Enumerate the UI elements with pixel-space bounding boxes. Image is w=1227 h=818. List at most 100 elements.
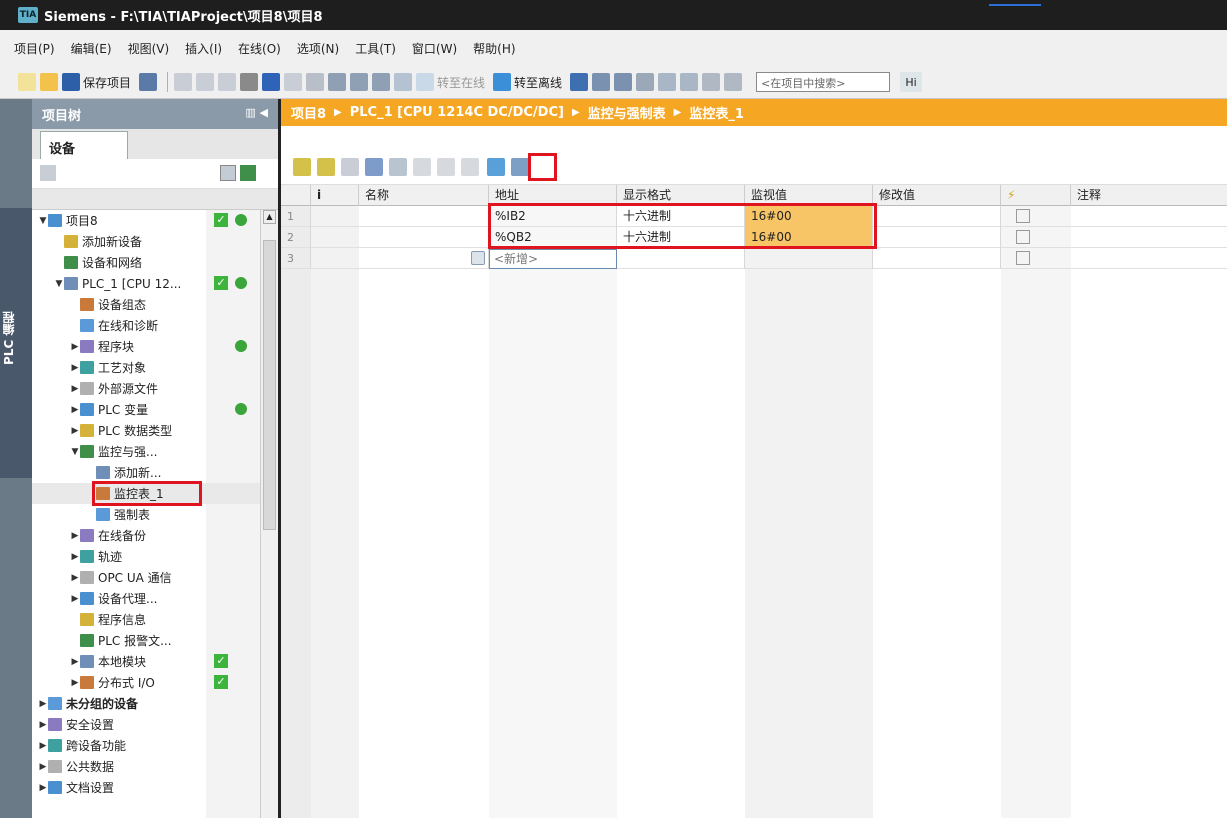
open-project-icon[interactable] [40,73,58,91]
delete-icon[interactable] [240,73,259,91]
print-icon[interactable] [139,73,158,91]
tree-item[interactable]: ▶ 文档设置 [32,777,260,798]
go-online-button[interactable]: 转至在线 [416,71,489,93]
tree-item[interactable]: ▶ 未分组的设备 [32,693,260,714]
overview-icon[interactable] [220,165,236,181]
tree-item[interactable]: PLC 报警文... [32,630,260,651]
tree-item[interactable]: 程序信息 [32,609,260,630]
collapse-panel-icon[interactable]: ▥ ◀ [245,106,268,119]
tree-item[interactable]: ▶ 分布式 I/O ✓ [32,672,260,693]
row-modify-value[interactable] [873,227,1001,248]
project-search-input[interactable]: <在项目中搜索> [756,72,891,92]
table-row[interactable]: 3 <新增> [281,248,1227,269]
menu-online[interactable]: 在线(O) [238,40,281,57]
tree-item[interactable]: ▶ PLC 数据类型 [32,420,260,441]
row-name[interactable] [359,248,489,269]
undo-icon[interactable] [262,73,281,91]
collapsed-arrow-icon[interactable]: ▶ [70,657,80,667]
tree-add-icon[interactable] [240,165,256,181]
insert-comment-icon[interactable] [341,157,359,176]
collapsed-arrow-icon[interactable]: ▶ [38,783,48,793]
collapsed-arrow-icon[interactable]: ▶ [70,405,80,415]
upload-icon[interactable] [350,73,369,91]
expanded-arrow-icon[interactable]: ▼ [54,279,64,289]
menu-project[interactable]: 项目(P) [14,40,55,57]
header-modify-value[interactable]: 修改值 [873,185,1001,206]
find-icon[interactable]: Hi [900,72,923,92]
collapsed-arrow-icon[interactable]: ▶ [70,594,80,604]
split-horizontal-icon[interactable] [658,73,677,91]
start-cpu-icon[interactable] [592,73,611,91]
breadcrumb-table[interactable]: 监控表_1 [689,103,744,122]
paste-icon[interactable] [218,73,237,91]
settings-icon[interactable] [724,73,743,91]
stop-cpu-icon[interactable] [614,73,633,91]
devices-tab[interactable]: 设备 [40,131,128,161]
tree-item[interactable]: ▼ PLC_1 [CPU 12... ✓ [32,273,260,294]
tree-item[interactable]: ▶ 外部源文件 [32,378,260,399]
tree-item[interactable]: 在线和诊断 [32,315,260,336]
header-name[interactable]: 名称 [359,185,489,206]
redo-icon[interactable] [284,73,303,91]
tree-item[interactable]: 设备组态 [32,294,260,315]
collapsed-arrow-icon[interactable]: ▶ [38,762,48,772]
row-modify-checkbox[interactable] [1016,251,1030,265]
menu-insert[interactable]: 插入(I) [185,40,222,57]
breadcrumb-plc[interactable]: PLC_1 [CPU 1214C DC/DC/DC] [350,105,564,120]
collapsed-arrow-icon[interactable]: ▶ [70,426,80,436]
enable-peripheral-icon[interactable] [461,157,479,176]
collapsed-arrow-icon[interactable]: ▶ [70,342,80,352]
add-row-icon[interactable] [317,157,335,176]
add-new-address-input[interactable]: <新增> [489,249,617,269]
save-project-button[interactable]: 保存项目 [62,71,135,93]
menu-help[interactable]: 帮助(H) [473,40,515,57]
compile-icon[interactable] [306,73,325,91]
tree-scrollbar[interactable]: ▲ [260,210,278,818]
tree-item[interactable]: ▼ 监控与强... [32,441,260,462]
tree-item[interactable]: ▶ 跨设备功能 [32,735,260,756]
collapsed-arrow-icon[interactable]: ▶ [70,363,80,373]
insert-row-icon[interactable] [293,157,311,176]
collapsed-arrow-icon[interactable]: ▶ [70,552,80,562]
compare-icon[interactable] [702,73,721,91]
scroll-thumb[interactable] [263,240,276,530]
collapsed-arrow-icon[interactable]: ▶ [38,720,48,730]
tree-option-icon[interactable] [40,165,56,181]
new-project-icon[interactable] [18,73,36,91]
menu-tools[interactable]: 工具(T) [355,40,396,57]
row-name[interactable] [359,227,489,248]
collapsed-arrow-icon[interactable]: ▶ [70,384,80,394]
split-vertical-icon[interactable] [680,73,699,91]
scroll-up-icon[interactable]: ▲ [263,210,276,224]
collapsed-arrow-icon[interactable]: ▶ [38,699,48,709]
tree-item[interactable]: ▶ 公共数据 [32,756,260,777]
monitor-all-icon[interactable] [487,157,505,176]
menu-window[interactable]: 窗口(W) [412,40,457,57]
header-comment[interactable]: 注释 [1071,185,1227,206]
modify-trigger-icon[interactable] [437,157,455,176]
collapsed-arrow-icon[interactable]: ▶ [38,741,48,751]
breadcrumb-folder[interactable]: 监控与强制表 [588,103,666,122]
row-name[interactable] [359,206,489,227]
tree-item[interactable]: ▶ 程序块 [32,336,260,357]
menu-options[interactable]: 选项(N) [297,40,339,57]
show-advanced-icon[interactable] [365,157,383,176]
cross-reference-icon[interactable] [636,73,655,91]
monitor-once-icon[interactable] [511,157,529,176]
tree-item[interactable]: 强制表 [32,504,260,525]
download-icon[interactable] [328,73,347,91]
simulation-icon[interactable] [372,73,391,91]
row-modify-checkbox[interactable] [1016,209,1030,223]
row-modify-checkbox[interactable] [1016,230,1030,244]
tree-item[interactable]: ▶ 安全设置 [32,714,260,735]
menu-edit[interactable]: 编辑(E) [71,40,112,57]
breadcrumb-project[interactable]: 项目8 [291,103,326,122]
copy-icon[interactable] [196,73,215,91]
tree-item[interactable]: ▶ 在线备份 [32,525,260,546]
expanded-arrow-icon[interactable]: ▼ [70,447,80,457]
plc-programming-tab[interactable]: PLC 编程 [0,208,32,478]
accessible-devices-icon[interactable] [394,73,413,91]
collapsed-arrow-icon[interactable]: ▶ [70,573,80,583]
tree-item[interactable]: 添加新... [32,462,260,483]
tree-item[interactable]: 添加新设备 [32,231,260,252]
